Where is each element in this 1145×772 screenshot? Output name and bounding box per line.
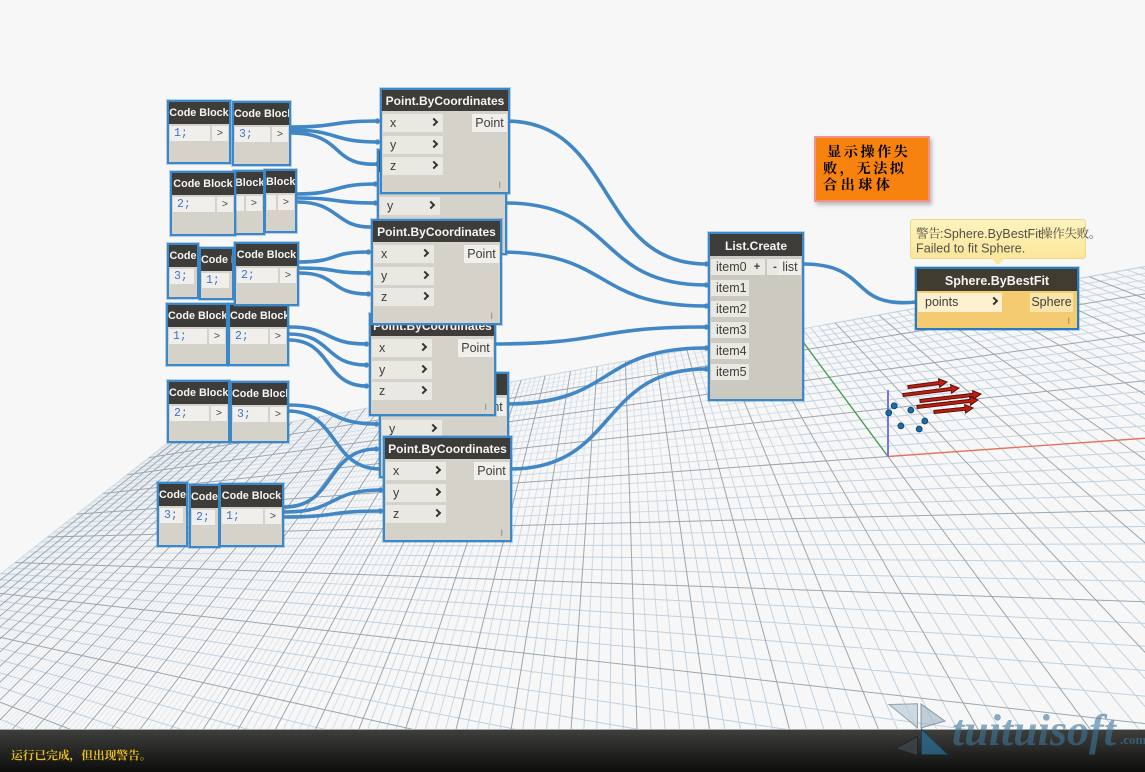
svg-text:tuituisoft: tuituisoft (952, 706, 1118, 755)
svg-text:.com: .com (1120, 732, 1145, 747)
